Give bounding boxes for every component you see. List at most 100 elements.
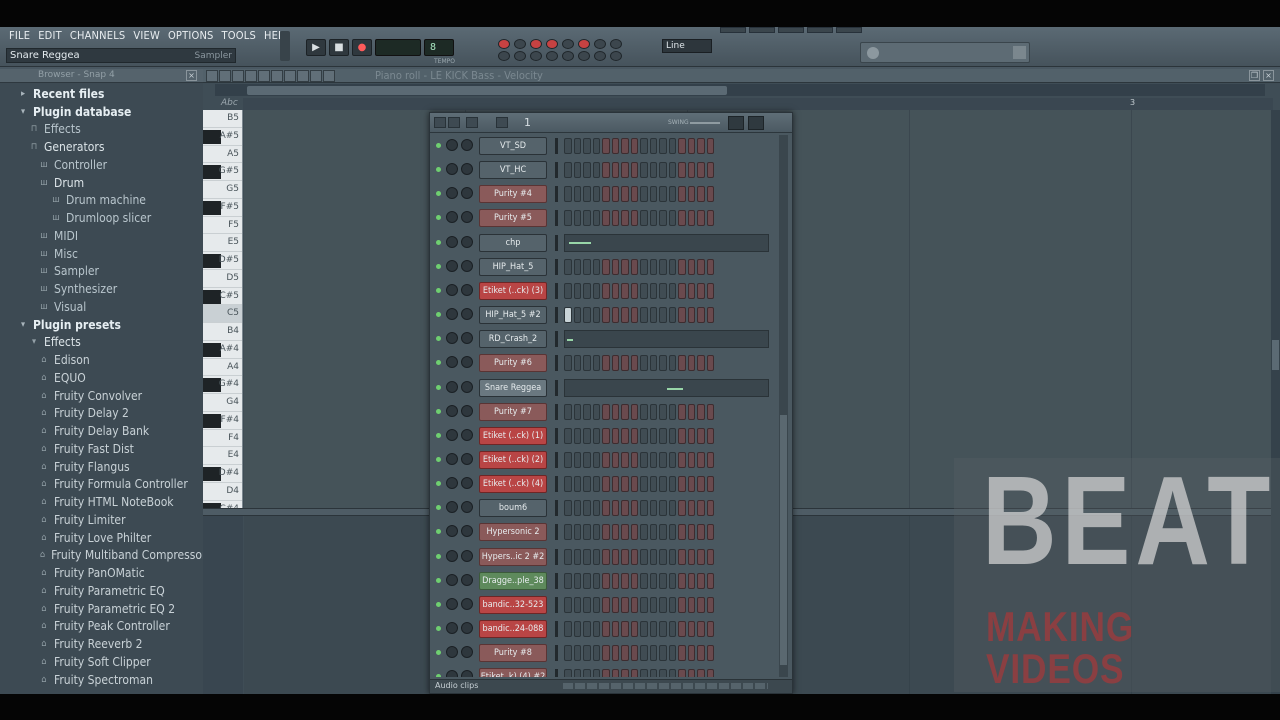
browser-item[interactable]: ⌂ Fruity Delay 2 [0, 405, 203, 423]
channel-select-indicator[interactable] [555, 427, 558, 444]
volume-knob[interactable] [461, 452, 473, 465]
toggle-button[interactable] [530, 39, 542, 49]
volume-knob[interactable] [461, 622, 473, 634]
step-button[interactable] [697, 572, 705, 589]
panel-tab[interactable] [807, 27, 833, 33]
step-button[interactable] [592, 307, 600, 324]
step-button[interactable] [583, 621, 591, 637]
step-button[interactable] [706, 621, 714, 637]
step-button[interactable] [659, 282, 667, 299]
step-button[interactable] [687, 355, 695, 372]
menu-tools[interactable]: TOOLS [219, 28, 259, 46]
minimize-icon[interactable] [448, 117, 460, 128]
step-button[interactable] [687, 524, 695, 541]
step-button[interactable] [649, 162, 657, 179]
browser-item[interactable]: ▸ Recent files [0, 85, 203, 103]
step-button[interactable] [621, 500, 629, 517]
step-button[interactable] [564, 476, 572, 493]
volume-knob[interactable] [461, 332, 473, 345]
step-button[interactable] [697, 403, 705, 420]
scrollbar-thumb[interactable] [780, 415, 787, 665]
piano-key[interactable]: C#5 [203, 287, 242, 306]
magnet-icon[interactable] [219, 70, 231, 82]
step-button[interactable] [573, 138, 581, 154]
pan-knob[interactable] [446, 332, 458, 345]
step-button[interactable] [706, 596, 714, 613]
step-button[interactable] [687, 669, 695, 677]
toggle-button[interactable] [594, 39, 606, 49]
browser-item[interactable]: ⌂ Fruity Formula Controller [0, 476, 203, 494]
step-button[interactable] [640, 282, 648, 299]
browser-item[interactable]: ⌂ Fruity Parametric EQ [0, 582, 203, 600]
step-button[interactable] [640, 186, 648, 203]
toggle-button[interactable] [610, 51, 622, 61]
arrows-icon[interactable] [434, 117, 446, 128]
step-button[interactable] [602, 307, 610, 324]
browser-item[interactable]: ⌂ Fruity Parametric EQ 2 [0, 600, 203, 618]
piano-key[interactable]: C#4 [203, 500, 242, 508]
channel-name-button[interactable]: Etiket (..ck) (1) [479, 426, 547, 445]
step-button[interactable] [602, 427, 610, 444]
step-button[interactable] [706, 138, 714, 154]
channel-select-indicator[interactable] [555, 524, 558, 541]
volume-knob[interactable] [461, 428, 473, 441]
pan-knob[interactable] [446, 597, 458, 610]
step-button[interactable] [583, 572, 591, 589]
step-button[interactable] [621, 210, 629, 227]
channel-select-indicator[interactable] [555, 307, 558, 324]
step-button[interactable] [630, 162, 638, 179]
step-button[interactable] [564, 596, 572, 613]
step-button[interactable] [649, 355, 657, 372]
step-button[interactable] [583, 427, 591, 444]
step-button[interactable] [678, 282, 686, 299]
step-button[interactable] [630, 548, 638, 565]
pan-knob[interactable] [446, 259, 458, 272]
step-button[interactable] [687, 596, 695, 613]
step-button[interactable] [649, 524, 657, 541]
step-button[interactable] [592, 355, 600, 372]
step-button[interactable] [659, 307, 667, 324]
channel-name-button[interactable]: Etiket (..ck) (3) [479, 281, 547, 300]
step-button[interactable] [602, 621, 610, 637]
menu-edit[interactable]: EDIT [35, 28, 65, 46]
piano-key[interactable]: B4 [203, 323, 242, 341]
browser-item[interactable]: ⌂ Fruity HTML NoteBook [0, 493, 203, 511]
step-button[interactable] [668, 282, 676, 299]
step-button[interactable] [573, 162, 581, 179]
pattern-selector[interactable]: 1 [524, 116, 531, 129]
step-button[interactable] [621, 451, 629, 468]
channel-name-button[interactable]: Purity #6 [479, 354, 547, 373]
step-button[interactable] [592, 282, 600, 299]
step-button[interactable] [592, 138, 600, 154]
toggle-button[interactable] [498, 39, 510, 49]
step-button[interactable] [630, 403, 638, 420]
toggle-button[interactable] [546, 51, 558, 61]
toggle-button[interactable] [610, 39, 622, 49]
mute-led-button[interactable] [436, 143, 441, 148]
volume-knob[interactable] [461, 477, 473, 490]
step-button[interactable] [640, 307, 648, 324]
step-button[interactable] [687, 621, 695, 637]
step-button[interactable] [649, 645, 657, 662]
panel-tab[interactable] [720, 27, 746, 33]
step-button[interactable] [687, 186, 695, 203]
pencil-icon[interactable] [496, 117, 508, 128]
mute-led-button[interactable] [436, 215, 441, 221]
record-button[interactable]: ● [352, 39, 372, 56]
step-button[interactable] [611, 451, 619, 468]
step-button[interactable] [678, 427, 686, 444]
step-button[interactable] [630, 282, 638, 299]
step-button[interactable] [630, 210, 638, 227]
step-button[interactable] [697, 476, 705, 493]
mute-led-button[interactable] [436, 239, 441, 245]
zoom-icon[interactable] [310, 70, 322, 82]
step-button[interactable] [621, 596, 629, 613]
piano-key[interactable]: A4 [203, 359, 242, 377]
piano-key[interactable]: A#4 [203, 340, 242, 359]
channel-name-button[interactable]: Purity #4 [479, 185, 547, 204]
volume-knob[interactable] [461, 235, 473, 248]
step-button[interactable] [611, 282, 619, 299]
slice-icon[interactable] [284, 70, 296, 82]
browser-item[interactable]: ш Sampler [0, 263, 203, 281]
step-button[interactable] [592, 572, 600, 589]
